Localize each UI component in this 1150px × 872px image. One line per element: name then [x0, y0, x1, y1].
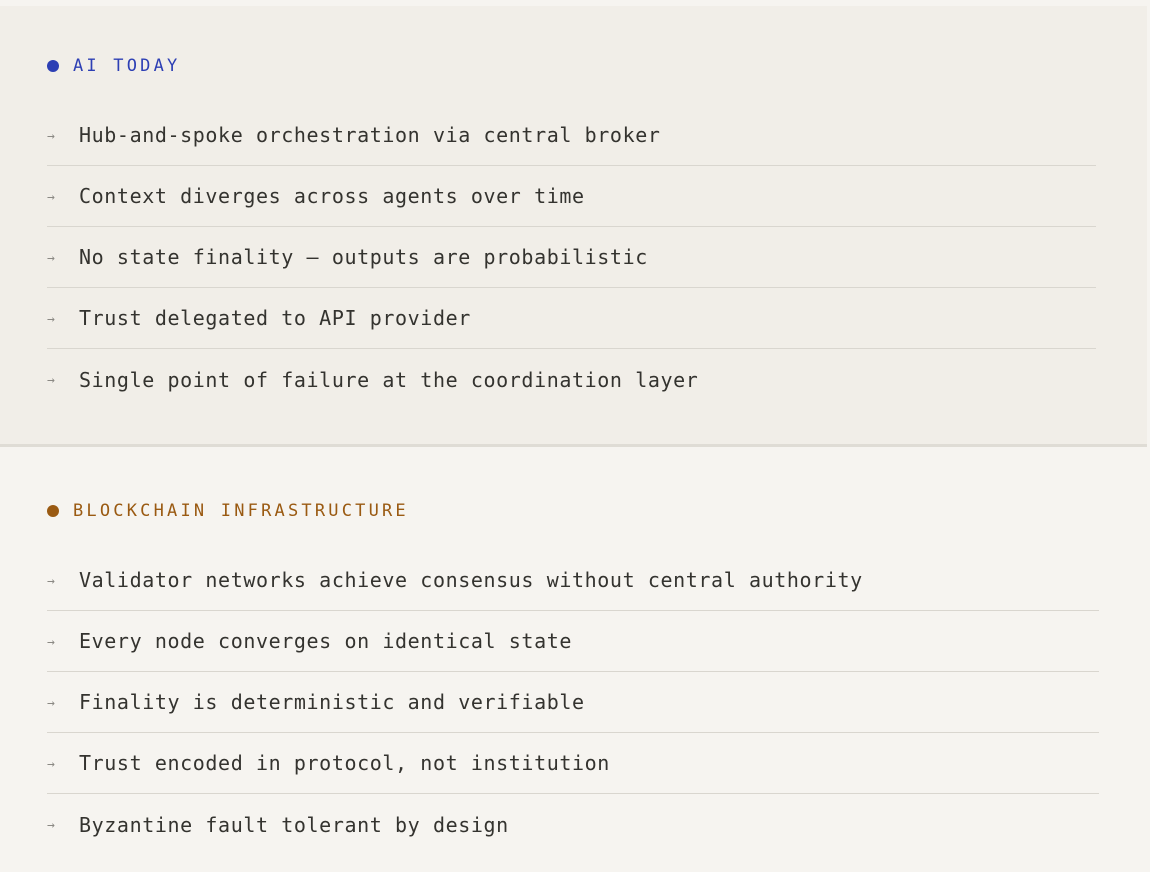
- list-item-text: Hub-and-spoke orchestration via central …: [79, 123, 661, 147]
- blockchain-list: → Validator networks achieve consensus w…: [47, 550, 1099, 855]
- arrow-right-icon: →: [47, 311, 55, 327]
- list-item: → Trust encoded in protocol, not institu…: [47, 733, 1099, 794]
- arrow-right-icon: →: [47, 128, 55, 144]
- list-item: → Hub-and-spoke orchestration via centra…: [47, 105, 1096, 166]
- arrow-right-icon: →: [47, 250, 55, 266]
- arrow-right-icon: →: [47, 373, 55, 388]
- list-item-text: Trust encoded in protocol, not instituti…: [79, 751, 610, 775]
- section-title: AI TODAY: [73, 56, 181, 76]
- section-header: AI TODAY: [47, 56, 1096, 76]
- section-title: BLOCKCHAIN INFRASTRUCTURE: [73, 501, 409, 521]
- arrow-right-icon: →: [47, 695, 55, 711]
- arrow-right-icon: →: [47, 573, 55, 589]
- list-item: → Every node converges on identical stat…: [47, 611, 1099, 672]
- list-item: → Validator networks achieve consensus w…: [47, 550, 1099, 611]
- blockchain-infrastructure-section: BLOCKCHAIN INFRASTRUCTURE → Validator ne…: [0, 450, 1150, 872]
- arrow-right-icon: →: [47, 818, 55, 833]
- arrow-right-icon: →: [47, 634, 55, 650]
- list-item-text: Validator networks achieve consensus wit…: [79, 568, 863, 592]
- list-item-text: Single point of failure at the coordinat…: [79, 367, 699, 392]
- list-item: → Byzantine fault tolerant by design: [47, 794, 1099, 855]
- arrow-right-icon: →: [47, 756, 55, 772]
- list-item: → Context diverges across agents over ti…: [47, 166, 1096, 227]
- list-item: → Single point of failure at the coordin…: [47, 349, 1096, 410]
- list-item: → Trust delegated to API provider: [47, 288, 1096, 349]
- list-item-text: Context diverges across agents over time: [79, 184, 585, 208]
- list-item: → No state finality — outputs are probab…: [47, 227, 1096, 288]
- list-item-text: Finality is deterministic and verifiable: [79, 690, 585, 714]
- dot-icon: [47, 505, 59, 517]
- dot-icon: [47, 60, 59, 72]
- list-item-text: Every node converges on identical state: [79, 629, 572, 653]
- list-item-text: Byzantine fault tolerant by design: [79, 812, 509, 837]
- list-item-text: Trust delegated to API provider: [79, 306, 471, 330]
- ai-today-list: → Hub-and-spoke orchestration via centra…: [47, 105, 1096, 410]
- ai-today-section: AI TODAY → Hub-and-spoke orchestration v…: [0, 6, 1147, 447]
- list-item: → Finality is deterministic and verifiab…: [47, 672, 1099, 733]
- section-header: BLOCKCHAIN INFRASTRUCTURE: [47, 501, 1099, 521]
- arrow-right-icon: →: [47, 189, 55, 205]
- list-item-text: No state finality — outputs are probabil…: [79, 245, 648, 269]
- comparison-page: AI TODAY → Hub-and-spoke orchestration v…: [0, 0, 1150, 872]
